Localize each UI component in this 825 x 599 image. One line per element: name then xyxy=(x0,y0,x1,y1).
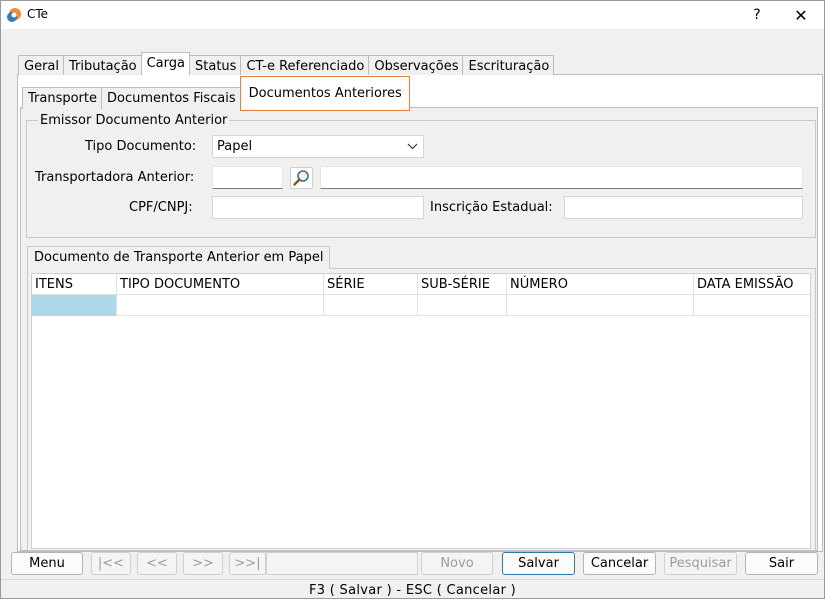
window-title: CTe xyxy=(27,7,49,21)
tab-documento-papel[interactable]: Documento de Transporte Anterior em Pape… xyxy=(27,246,331,269)
next-record-button[interactable]: >> xyxy=(183,552,223,575)
close-button[interactable]: ✕ xyxy=(779,1,823,29)
cancelar-button[interactable]: Cancelar xyxy=(583,552,656,575)
button-bar: Menu |<< << >> >>| Novo Salvar Cancelar … xyxy=(1,550,824,578)
tipo-documento-select[interactable]: Papel xyxy=(212,135,424,158)
transportadora-code-input[interactable] xyxy=(212,166,283,189)
transportadora-name-input[interactable] xyxy=(320,166,803,189)
col-data-emissao[interactable]: DATA EMISSÃO xyxy=(694,274,810,295)
last-record-button[interactable]: >>| xyxy=(229,552,266,575)
tab-cte-referenciado[interactable]: CT-e Referenciado xyxy=(240,55,370,75)
inscricao-estadual-label: Inscrição Estadual: xyxy=(430,200,553,215)
search-button[interactable] xyxy=(290,167,313,189)
transportadora-label: Transportadora Anterior: xyxy=(35,170,195,185)
main-tabs: Geral Tributação Carga Status CT-e Refer… xyxy=(18,52,555,75)
sub-tabs: Transporte Documentos Fiscais Documentos… xyxy=(22,76,410,111)
col-serie[interactable]: SÉRIE xyxy=(324,274,418,295)
first-record-button[interactable]: |<< xyxy=(91,552,131,575)
table-cell[interactable] xyxy=(324,295,418,316)
tipo-documento-label: Tipo Documento: xyxy=(85,139,197,154)
tab-status[interactable]: Status xyxy=(189,55,242,75)
tab-observacoes[interactable]: Observações xyxy=(368,55,464,75)
table-cell[interactable] xyxy=(117,295,324,316)
documents-grid[interactable]: ITENS TIPO DOCUMENTO SÉRIE SUB-SÉRIE NÚM… xyxy=(31,273,811,549)
app-logo-icon xyxy=(7,8,21,22)
search-icon xyxy=(293,170,309,186)
salvar-button[interactable]: Salvar xyxy=(502,552,575,575)
pesquisar-button[interactable]: Pesquisar xyxy=(664,552,737,575)
col-numero[interactable]: NÚMERO xyxy=(507,274,694,295)
tab-tributacao[interactable]: Tributação xyxy=(63,55,142,75)
inscricao-estadual-input[interactable] xyxy=(564,196,803,219)
record-indicator xyxy=(266,552,418,575)
emissor-group-legend: Emissor Documento Anterior xyxy=(38,113,230,128)
tab-documentos-fiscais[interactable]: Documentos Fiscais xyxy=(101,87,241,109)
table-cell[interactable] xyxy=(32,295,117,316)
tab-transporte[interactable]: Transporte xyxy=(22,87,102,109)
cpf-cnpj-input[interactable] xyxy=(212,196,424,219)
cte-window: CTe ? ✕ Geral Tributação Carga Status CT… xyxy=(0,0,825,599)
tab-documentos-anteriores[interactable]: Documentos Anteriores xyxy=(239,76,410,111)
novo-button[interactable]: Novo xyxy=(421,552,493,575)
table-row[interactable] xyxy=(32,295,810,316)
cpf-cnpj-label: CPF/CNPJ: xyxy=(129,200,193,215)
tipo-documento-value: Papel xyxy=(217,139,253,154)
tab-geral[interactable]: Geral xyxy=(18,55,64,75)
grid-header: ITENS TIPO DOCUMENTO SÉRIE SUB-SÉRIE NÚM… xyxy=(32,274,810,295)
menu-button[interactable]: Menu xyxy=(11,552,83,575)
title-bar: CTe ? ✕ xyxy=(1,1,824,29)
status-bar: F3 ( Salvar ) - ESC ( Cancelar ) xyxy=(1,579,824,599)
sair-button[interactable]: Sair xyxy=(745,552,818,575)
table-cell[interactable] xyxy=(418,295,507,316)
col-tipo-documento[interactable]: TIPO DOCUMENTO xyxy=(117,274,324,295)
previous-record-button[interactable]: << xyxy=(137,552,177,575)
tab-escrituracao[interactable]: Escrituração xyxy=(462,55,555,75)
tab-carga[interactable]: Carga xyxy=(140,52,190,75)
chevron-down-icon xyxy=(407,143,418,150)
help-button[interactable]: ? xyxy=(735,1,779,29)
col-itens[interactable]: ITENS xyxy=(32,274,117,295)
table-cell[interactable] xyxy=(507,295,694,316)
col-sub-serie[interactable]: SUB-SÉRIE xyxy=(418,274,507,295)
table-cell[interactable] xyxy=(694,295,810,316)
